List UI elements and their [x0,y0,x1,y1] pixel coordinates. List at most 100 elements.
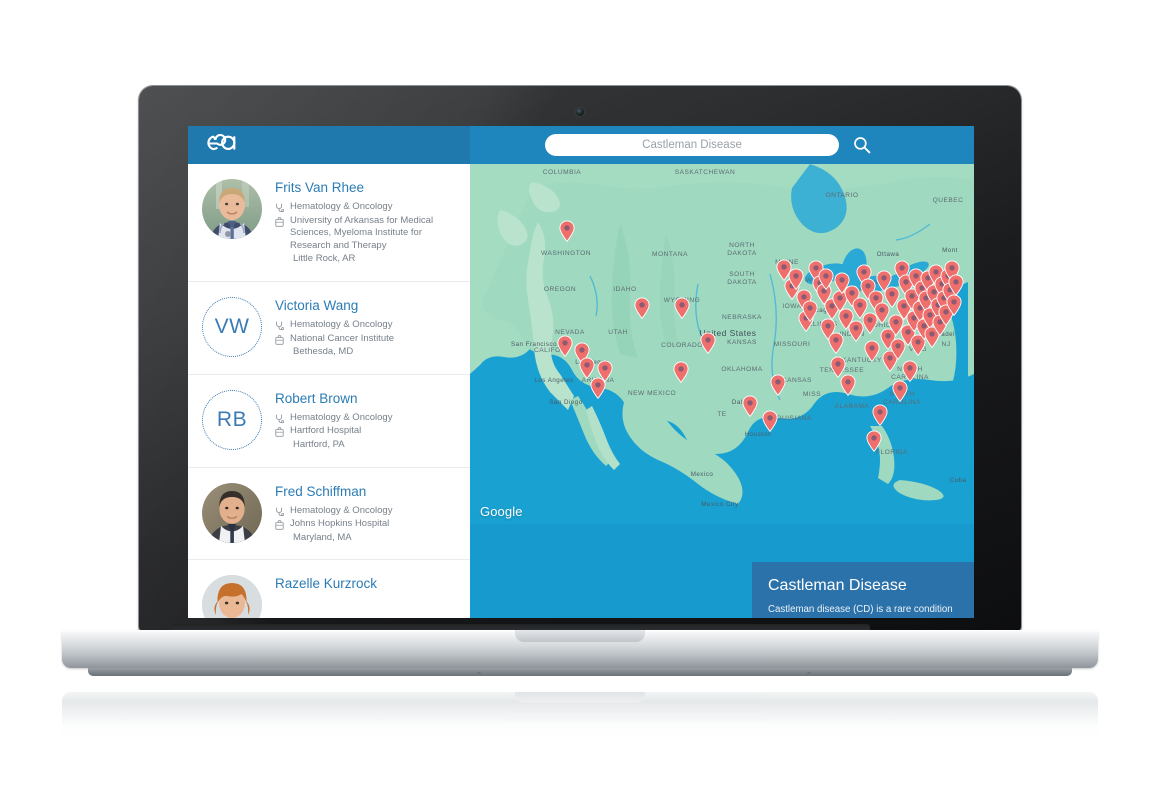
map-label: QUEBEC [933,197,964,204]
map-label: Mexico City [701,501,739,508]
map-label: Dallas [732,399,752,406]
map-label: CAROLINA [891,374,929,381]
search-icon [853,137,871,157]
avatar [202,575,262,618]
brand[interactable] [188,126,470,164]
expert-name[interactable]: Razelle Kurzrock [275,576,456,592]
map-label: Mont [942,247,958,254]
specialty-text: Hematology & Oncology [290,504,393,516]
institution-row: Johns Hopkins Hospital [275,518,456,531]
base-foot [88,668,1072,676]
webcam-icon [576,108,584,116]
map-label: SOUTH [889,391,915,398]
map-label: MONTANA [652,251,688,258]
map-label: Chicago [805,307,831,314]
specialty-text: Hematology & Oncology [290,318,393,330]
map-label: FLORIDA [876,449,908,456]
map-label: LOUISIANA [772,415,812,422]
map-label: DAKOTA [727,279,757,286]
page-title: Castleman Disease [768,577,907,594]
briefcase-icon [275,215,284,227]
google-attribution: Google [480,504,523,519]
map-label: TENNESSEE [820,367,865,374]
stethoscope-icon [275,412,285,424]
base-notch [515,630,645,642]
expert-details: Fred Schiffman Hematology & Oncology Joh… [275,483,456,545]
map-label: ONTARIO [825,192,858,199]
map-label: CALIFOR [534,347,566,354]
location-text: Bethesda, MD [293,346,354,358]
map-label: ARKANSAS [772,377,812,384]
avatar [202,179,262,239]
avatar: VW [202,296,262,357]
map-label: MINNE [775,259,799,266]
map-label: COLUMBIA [543,169,582,176]
map-label: MISSOURI [774,341,811,348]
app-viewport: Frits Van Rhee Hematology & Oncology [188,126,974,618]
map-label: MISS [803,391,821,398]
map-label: San Francisco [511,341,557,348]
map-labels: COLUMBIA SASKATCHEWAN ONTARIO QUEBEC WASHING… [511,169,967,508]
map-canvas[interactable]: COLUMBIA SASKATCHEWAN ONTARIO QUEBEC WASHING… [470,164,974,524]
briefcase-icon [275,333,284,345]
ea-logo [204,133,238,156]
map-label: San Diego [549,399,582,406]
laptop-reflection [62,692,1098,738]
specialty-row: Hematology & Oncology [275,319,456,332]
stethoscope-icon [275,201,285,213]
app-header [188,126,974,164]
map-label: ALABAMA [835,403,870,410]
map-label: MICH [843,287,862,294]
search-input[interactable] [545,134,839,156]
expert-list[interactable]: Frits Van Rhee Hematology & Oncology Uni… [188,164,470,618]
map-label: NEBRASKA [722,314,762,321]
institution-row: University of Arkansas for Medical Scien… [275,215,456,253]
map-label: KANTUCKY [842,357,882,364]
map-label: ARIZONA [582,377,615,384]
search-zone [470,134,974,156]
institution-text: University of Arkansas for Medical Scien… [290,214,434,251]
map-label: Las Vegas [575,359,608,366]
list-item[interactable]: RB Robert Brown Hematology & Oncology Ha… [188,375,470,468]
laptop-base [62,630,1098,676]
map-label: Cuba [950,477,967,484]
map-label: WYOMING [664,297,700,304]
map-pane[interactable]: COLUMBIA SASKATCHEWAN ONTARIO QUEBEC WASHING… [470,164,974,618]
base-screw-right [807,672,811,674]
map-label: Ottawa [877,251,900,258]
map-label: IOWA [782,303,801,310]
map-label: TE [717,411,727,418]
laptop-lid: Frits Van Rhee Hematology & Oncology [139,86,1021,631]
reflection-notch [515,692,645,703]
laptop-mockup: Frits Van Rhee Hematology & Oncology [0,0,1160,794]
search-button[interactable] [853,136,871,154]
location-text: Little Rock, AR [293,253,356,265]
specialty-row: Hematology & Oncology [275,201,456,214]
specialty-text: Hematology & Oncology [290,411,393,423]
expert-details: Victoria Wang Hematology & Oncology Nati… [275,297,456,359]
map-label: OHIO [873,322,892,329]
expert-name[interactable]: Robert Brown [275,391,456,407]
disease-description: Castleman disease (CD) is a rare conditi… [768,604,953,618]
list-item[interactable]: VW Victoria Wang Hematology & Oncology N… [188,282,470,375]
institution-text: National Cancer Institute [290,332,395,344]
map-label: NEVADA [555,329,585,336]
map-label: Los Angeles [534,377,573,384]
list-item[interactable]: Frits Van Rhee Hematology & Oncology Uni… [188,164,470,282]
map-label: NEW Y [913,294,937,301]
map-label: COLORADO [661,342,703,349]
expert-name[interactable]: Frits Van Rhee [275,180,456,196]
list-item[interactable]: Fred Schiffman Hematology & Oncology Joh… [188,468,470,561]
list-item[interactable]: Razelle Kurzrock [188,560,470,618]
disease-info-panel: Castleman Disease Castleman disease (CD)… [752,562,974,618]
map-label: NJ [941,341,950,348]
expert-name[interactable]: Victoria Wang [275,298,456,314]
expert-details: Frits Van Rhee Hematology & Oncology Uni… [275,179,456,266]
map-label: NORTH [729,242,755,249]
map-label: Toronto [866,279,890,286]
map-label: OREGON [544,286,576,293]
map-label: VIRG [909,346,927,353]
map-label: WASHINGTON [541,250,591,257]
briefcase-icon [275,425,284,438]
expert-name[interactable]: Fred Schiffman [275,484,456,500]
